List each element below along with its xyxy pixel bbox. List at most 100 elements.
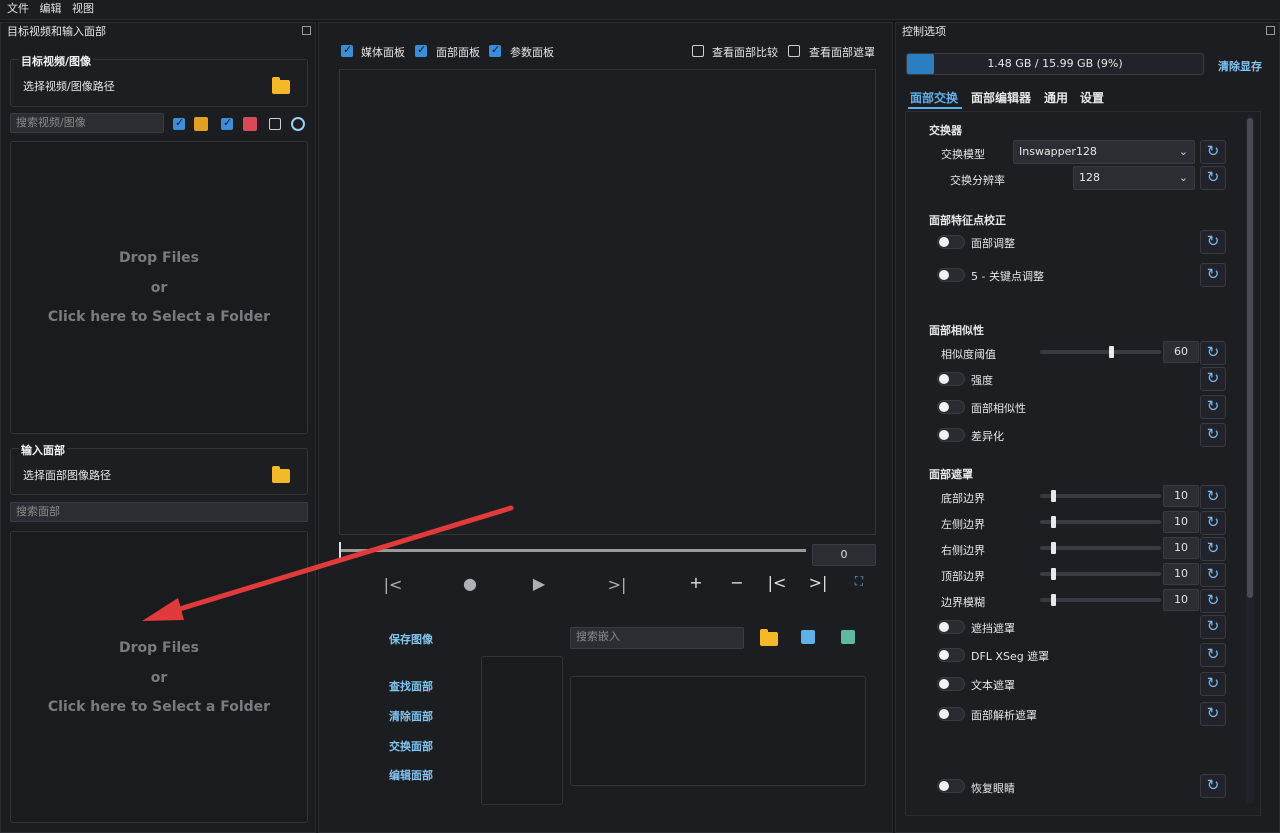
right-border-value[interactable]: 10 — [1163, 537, 1199, 559]
clear-vram-button[interactable]: 清除显存 — [1218, 58, 1262, 74]
next-marker-icon[interactable]: >| — [808, 573, 828, 592]
right-border-handle[interactable] — [1051, 542, 1056, 554]
menu-file[interactable]: 文件 — [7, 0, 29, 18]
scrollbar-thumb[interactable] — [1247, 118, 1253, 598]
clear-faces-button[interactable]: 清除面部 — [389, 708, 433, 724]
border-blur-value[interactable]: 10 — [1163, 589, 1199, 611]
save-image-button[interactable]: 保存图像 — [389, 631, 433, 647]
strength-label: 强度 — [971, 374, 993, 387]
xseg-mask-toggle[interactable] — [937, 648, 965, 662]
reset-icon[interactable]: ↻ — [1200, 166, 1226, 190]
reset-icon[interactable]: ↻ — [1200, 423, 1226, 447]
menu-edit[interactable]: 编辑 — [40, 0, 62, 18]
bottom-border-handle[interactable] — [1051, 490, 1056, 502]
threshold-value[interactable]: 60 — [1163, 341, 1199, 363]
fullscreen-icon[interactable]: ⛶ — [849, 574, 869, 589]
tab-face-editor[interactable]: 面部编辑器 — [971, 89, 1031, 106]
drop-line1: Drop Files — [118, 250, 200, 266]
reset-icon[interactable]: ↻ — [1200, 537, 1226, 561]
swap-faces-button[interactable]: 交换面部 — [389, 738, 433, 754]
reset-icon[interactable]: ↻ — [1200, 643, 1226, 667]
top-border-slider[interactable] — [1040, 572, 1161, 576]
face-parser-mask-toggle[interactable] — [937, 707, 965, 721]
restore-eyes-toggle[interactable] — [937, 779, 965, 793]
right-border-slider[interactable] — [1040, 546, 1161, 550]
compare-faces-checkbox[interactable] — [692, 45, 704, 57]
folder-icon[interactable] — [272, 466, 290, 483]
bottom-border-slider[interactable] — [1040, 494, 1161, 498]
reset-icon[interactable]: ↻ — [1200, 395, 1226, 419]
param-panel-checkbox[interactable] — [489, 43, 501, 57]
threshold-slider[interactable] — [1040, 350, 1161, 354]
border-blur-handle[interactable] — [1051, 594, 1056, 606]
tab-settings[interactable]: 设置 — [1080, 89, 1104, 106]
filter-images-checkbox[interactable] — [173, 116, 185, 130]
embeddings-list[interactable] — [570, 676, 866, 786]
top-border-value[interactable]: 10 — [1163, 563, 1199, 585]
menu-view[interactable]: 视图 — [72, 0, 94, 18]
left-border-slider[interactable] — [1040, 520, 1161, 524]
next-frame-icon[interactable]: >| — [607, 575, 627, 594]
threshold-handle[interactable] — [1109, 346, 1114, 358]
differencing-toggle[interactable] — [937, 428, 965, 442]
swapper-model-select[interactable]: Inswapper128 ⌄ — [1013, 140, 1195, 164]
play-icon[interactable]: ▶ — [529, 574, 549, 593]
record-icon[interactable]: ● — [460, 574, 480, 593]
keypoint-adjust-toggle[interactable] — [937, 268, 965, 282]
top-border-handle[interactable] — [1051, 568, 1056, 580]
reset-icon[interactable]: ↻ — [1200, 563, 1226, 587]
search-faces-input[interactable]: 搜索面部 — [10, 502, 308, 522]
folder-icon[interactable] — [272, 77, 290, 94]
float-icon[interactable] — [302, 26, 311, 35]
reset-icon[interactable]: ↻ — [1200, 140, 1226, 164]
load-embed-folder-icon[interactable] — [760, 629, 778, 646]
find-faces-button[interactable]: 查找面部 — [389, 678, 433, 694]
occlusion-mask-toggle[interactable] — [937, 620, 965, 634]
video-viewer[interactable] — [339, 69, 876, 535]
search-videos-input[interactable]: 搜索视频/图像 — [10, 113, 164, 133]
reset-icon[interactable]: ↻ — [1200, 774, 1226, 798]
face-panel-checkbox[interactable] — [415, 43, 427, 57]
timeline-slider[interactable] — [339, 549, 806, 552]
bottom-border-value[interactable]: 10 — [1163, 485, 1199, 507]
tab-face-swap[interactable]: 面部交换 — [910, 89, 958, 106]
reset-icon[interactable]: ↻ — [1200, 672, 1226, 696]
frame-number[interactable]: 0 — [812, 544, 876, 566]
left-border-value[interactable]: 10 — [1163, 511, 1199, 533]
reset-icon[interactable]: ↻ — [1200, 702, 1226, 726]
scrollbar[interactable] — [1246, 114, 1254, 804]
view-mask-checkbox[interactable] — [788, 45, 800, 57]
edit-faces-button[interactable]: 编辑面部 — [389, 767, 433, 783]
timeline-handle[interactable] — [339, 542, 341, 558]
float-icon[interactable] — [1266, 26, 1275, 35]
face-similarity-toggle[interactable] — [937, 400, 965, 414]
reset-icon[interactable]: ↻ — [1200, 485, 1226, 509]
search-embed-input[interactable]: 搜索嵌入 — [570, 627, 744, 649]
prev-frame-icon[interactable]: |< — [383, 575, 403, 594]
remove-marker-icon[interactable]: − — [727, 573, 747, 592]
target-drop-zone[interactable]: Drop Files or Click here to Select a Fol… — [10, 141, 308, 434]
swapper-res-select[interactable]: 128 ⌄ — [1073, 166, 1195, 190]
strength-toggle[interactable] — [937, 372, 965, 386]
reset-icon[interactable]: ↻ — [1200, 589, 1226, 613]
reset-icon[interactable]: ↻ — [1200, 511, 1226, 535]
left-border-handle[interactable] — [1051, 516, 1056, 528]
reset-icon[interactable]: ↻ — [1200, 230, 1226, 254]
filter-videos-checkbox[interactable] — [221, 116, 233, 130]
tab-common[interactable]: 通用 — [1044, 89, 1068, 106]
reset-icon[interactable]: ↻ — [1200, 263, 1226, 287]
faces-drop-zone[interactable]: Drop Files or Click here to Select a Fol… — [10, 531, 308, 823]
text-mask-toggle[interactable] — [937, 677, 965, 691]
export-embed-icon[interactable] — [841, 630, 855, 644]
faces-list[interactable] — [481, 656, 563, 805]
reset-icon[interactable]: ↻ — [1200, 367, 1226, 391]
filter-webcam-checkbox[interactable] — [269, 118, 281, 130]
add-marker-icon[interactable]: + — [686, 573, 706, 592]
reset-icon[interactable]: ↻ — [1200, 615, 1226, 639]
reset-icon[interactable]: ↻ — [1200, 341, 1226, 365]
border-blur-slider[interactable] — [1040, 598, 1161, 602]
save-embed-icon[interactable] — [801, 630, 815, 644]
face-adjust-toggle[interactable] — [937, 235, 965, 249]
media-panel-checkbox[interactable] — [341, 43, 353, 57]
prev-marker-icon[interactable]: |< — [767, 573, 787, 592]
